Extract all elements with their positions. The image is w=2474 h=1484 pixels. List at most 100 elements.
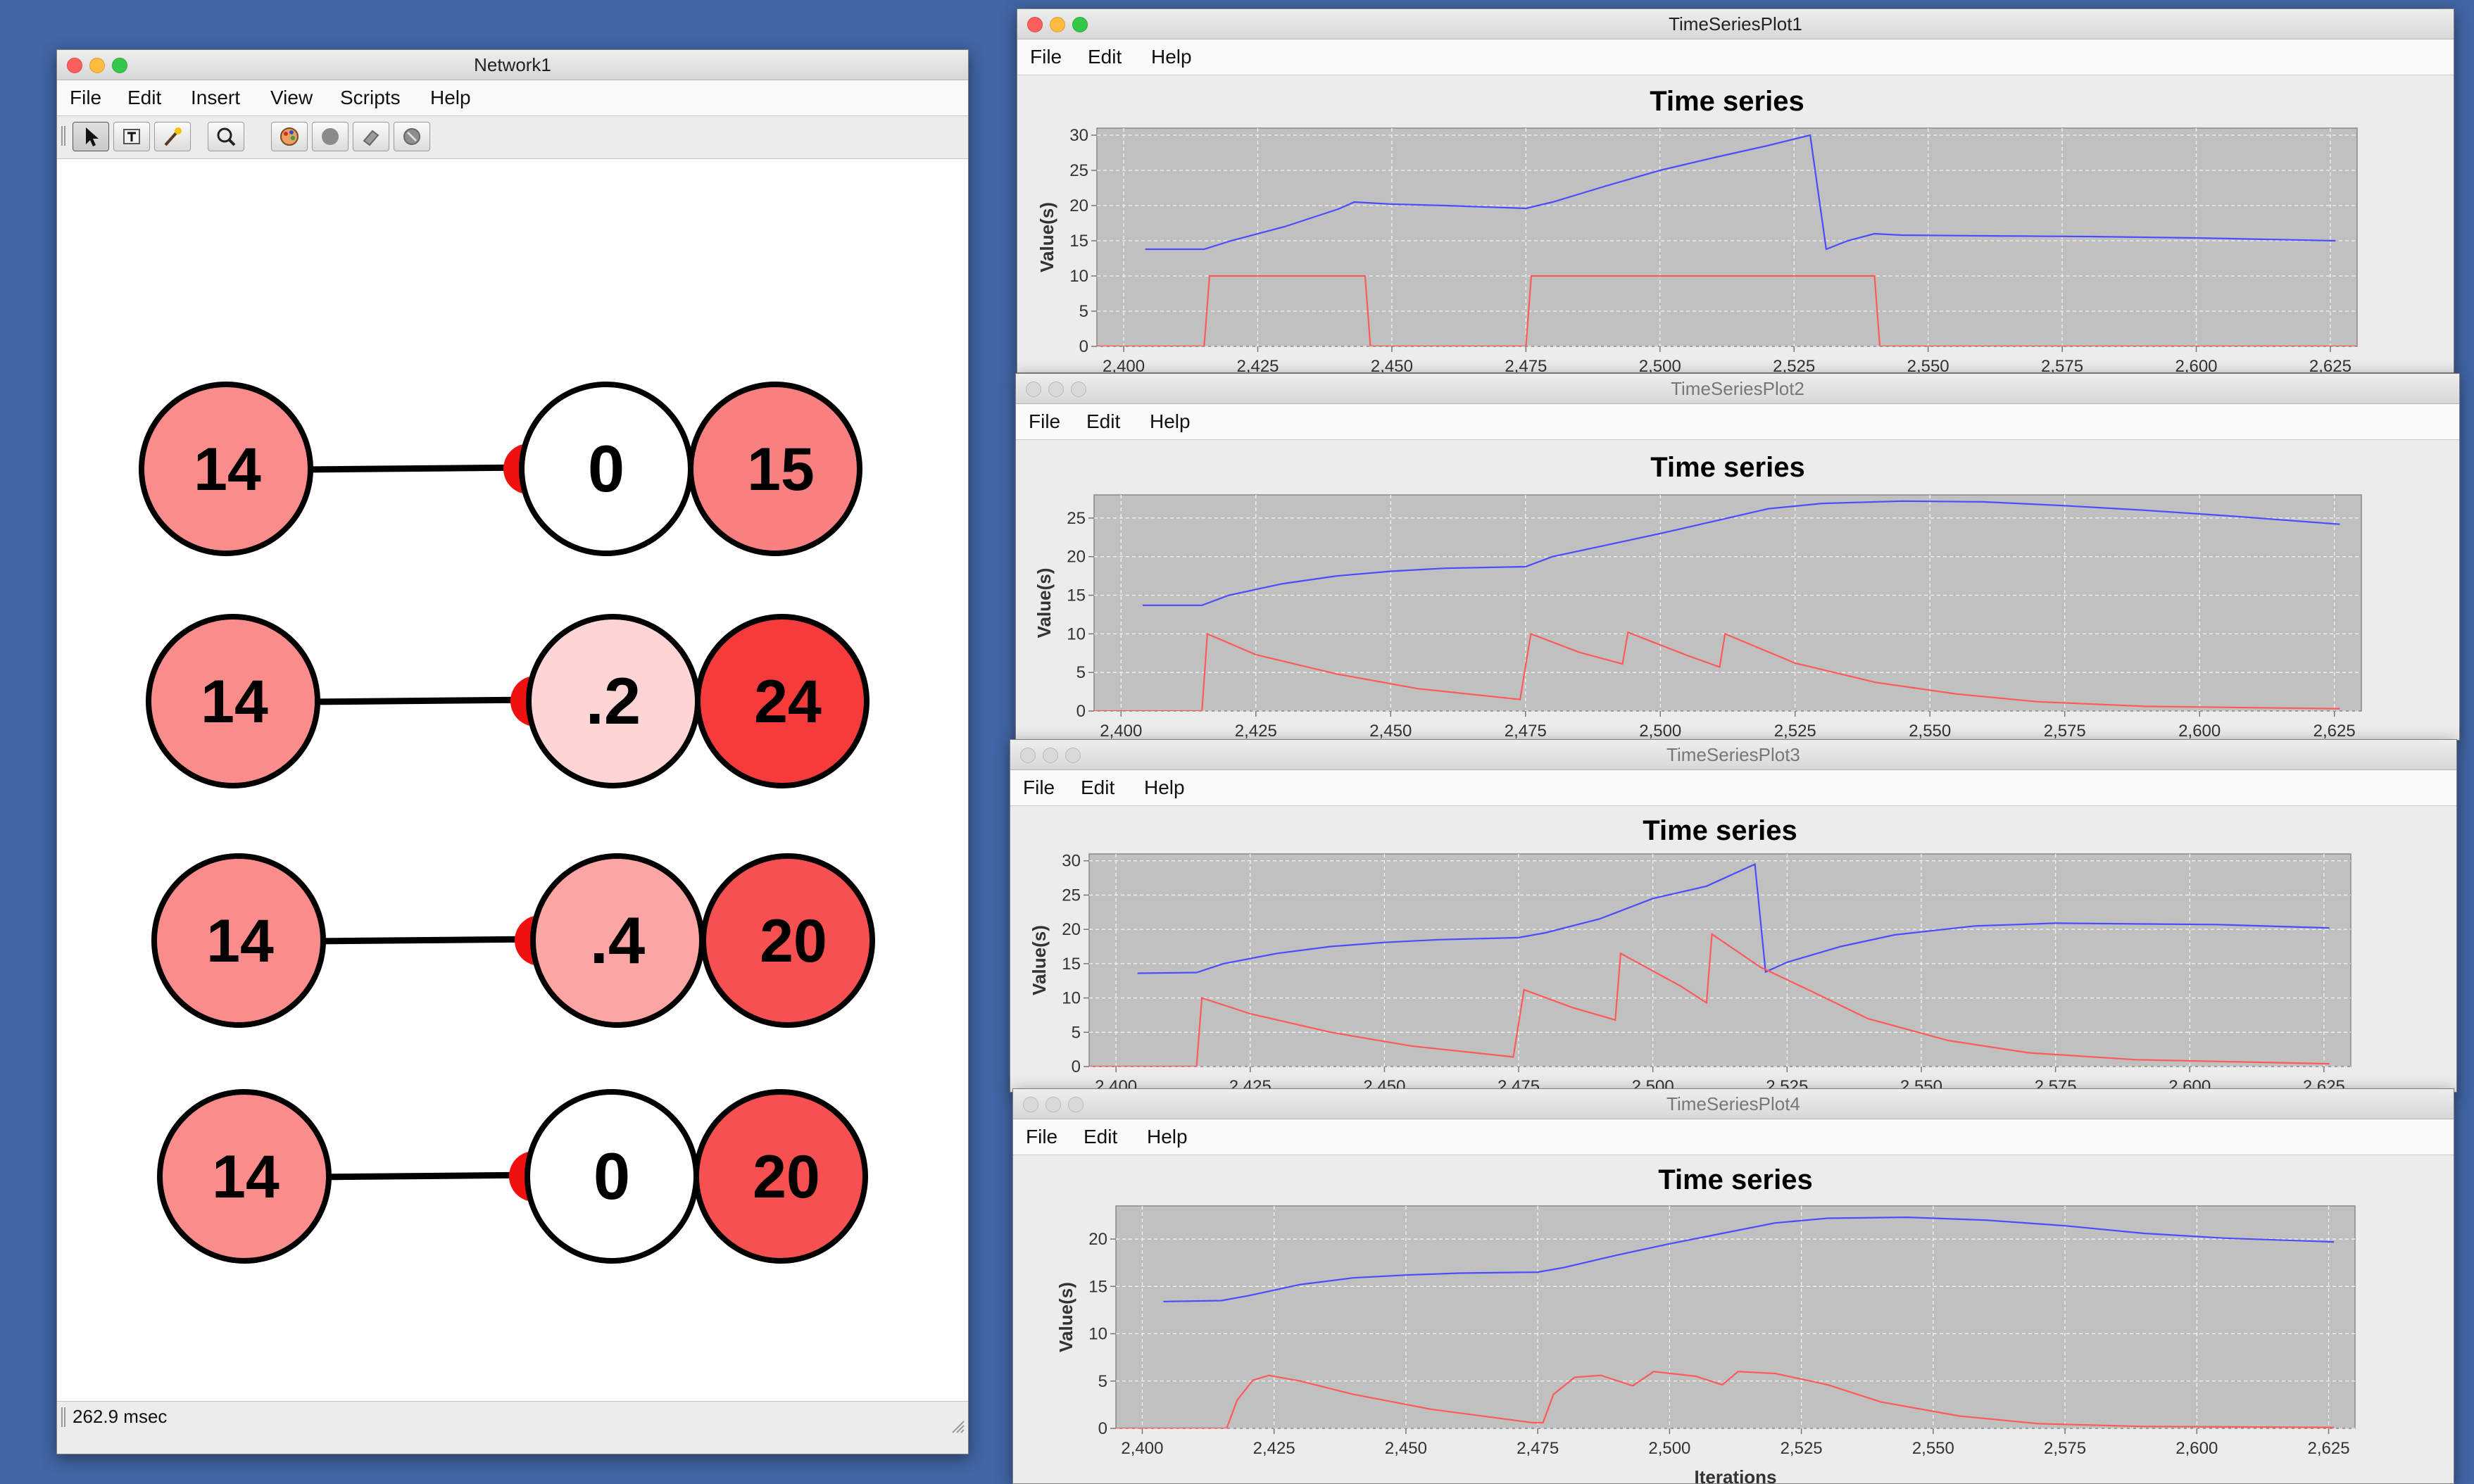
- menu-file[interactable]: File: [1026, 1119, 1057, 1155]
- menu-bar: File Edit Insert View Scripts Help: [57, 80, 968, 116]
- output-neuron-value: 15: [747, 436, 815, 503]
- network-window: Network1 File Edit Insert View Scripts H…: [56, 49, 969, 1454]
- plot-area[interactable]: [1093, 494, 2362, 712]
- y-tick-label: 10: [1067, 624, 1086, 643]
- y-axis-label: Value(s): [1036, 202, 1057, 272]
- x-tick-label: 2,400: [1121, 1439, 1163, 1458]
- y-tick-label: 20: [1088, 1230, 1107, 1249]
- middle-neuron-value: 0: [588, 432, 624, 505]
- menu-help[interactable]: Help: [1150, 404, 1191, 439]
- neuron-row: 14 0 15: [139, 382, 862, 556]
- chart-title: Time series: [1643, 815, 1797, 846]
- x-tick-label: 2,400: [1100, 722, 1142, 740]
- plot-panel[interactable]: Time series 0 5 10 15 20 25 30 2,400 2,425 2,450 2,…: [1010, 806, 2456, 1092]
- title-bar[interactable]: TimeSeriesPlot2: [1016, 374, 2459, 404]
- menu-file[interactable]: File: [1029, 404, 1060, 439]
- time-series-chart[interactable]: Time series 0 5 10 15 20 2,400 2,425 2,450 2,475 2…: [1013, 1155, 2454, 1483]
- menu-help[interactable]: Help: [1147, 1119, 1188, 1155]
- wand-tool-icon[interactable]: [154, 122, 191, 151]
- menu-edit[interactable]: Edit: [1088, 39, 1122, 75]
- y-tick-label: 15: [1062, 955, 1081, 974]
- zoom-tool-icon[interactable]: [208, 122, 244, 151]
- resize-grip-icon[interactable]: [948, 1417, 965, 1434]
- text-tool-icon[interactable]: [113, 122, 150, 151]
- x-tick-label: 2,450: [1371, 357, 1413, 372]
- menu-file[interactable]: File: [1030, 39, 1062, 75]
- menu-view[interactable]: View: [270, 80, 313, 115]
- menu-help[interactable]: Help: [1151, 39, 1192, 75]
- y-tick-label: 0: [1072, 1057, 1081, 1076]
- title-bar[interactable]: TimeSeriesPlot3: [1010, 740, 2456, 770]
- middle-neuron-value: 0: [594, 1139, 630, 1213]
- window-title: TimeSeriesPlot4: [1666, 1093, 1800, 1114]
- time-series-plot-4-window: TimeSeriesPlot4 File Edit Help Time seri…: [1012, 1088, 2454, 1484]
- plot-panel[interactable]: Time series 0 5 10 15 20 25 30 2,400 2,425 2,450 2,…: [1017, 75, 2454, 372]
- input-neuron-value: 14: [194, 436, 261, 503]
- middle-neuron-value: .2: [586, 664, 641, 738]
- title-bar[interactable]: TimeSeriesPlot4: [1013, 1089, 2454, 1119]
- menu-help[interactable]: Help: [1144, 770, 1185, 805]
- menu-bar: File Edit Help: [1010, 770, 2456, 806]
- gray-node-icon[interactable]: [312, 122, 349, 151]
- y-tick-label: 10: [1069, 267, 1088, 286]
- y-tick-label: 20: [1069, 196, 1088, 215]
- menu-insert[interactable]: Insert: [191, 80, 240, 115]
- y-tick-label: 10: [1088, 1325, 1107, 1344]
- menu-edit[interactable]: Edit: [1084, 1119, 1117, 1155]
- plot-panel[interactable]: Time series 0 5 10 15 20 2,400 2,425 2,450 2,475 2…: [1013, 1155, 2454, 1483]
- neuron-row: 14 .2 24: [146, 614, 869, 788]
- palette-icon[interactable]: [271, 122, 308, 151]
- output-neuron-value: 20: [760, 907, 827, 975]
- y-tick-label: 5: [1076, 663, 1086, 682]
- menu-help[interactable]: Help: [430, 80, 471, 115]
- x-tick-label: 2,625: [2309, 357, 2351, 372]
- output-neuron-value: 20: [753, 1143, 820, 1211]
- y-tick-label: 10: [1062, 989, 1081, 1008]
- y-tick-label: 25: [1067, 509, 1086, 528]
- menu-bar: File Edit Help: [1016, 404, 2459, 440]
- network-graph[interactable]: 14 0 15 14 .2 24 14 .4 20 14 0 20: [57, 159, 968, 1402]
- plot-area[interactable]: [1088, 853, 2351, 1067]
- x-tick-label: 2,625: [2313, 722, 2356, 740]
- x-tick-label: 2,525: [1773, 357, 1815, 372]
- x-tick-label: 2,450: [1385, 1439, 1427, 1458]
- title-bar[interactable]: Network1: [57, 50, 968, 80]
- plot-panel[interactable]: Time series 0 5 10 15 20 25 2,400 2,425 2,450 2,47…: [1016, 440, 2459, 740]
- x-tick-label: 2,475: [1517, 1439, 1559, 1458]
- eraser-icon[interactable]: [353, 122, 389, 151]
- menu-file[interactable]: File: [70, 80, 101, 115]
- input-neuron-value: 14: [212, 1143, 280, 1211]
- menu-edit[interactable]: Edit: [127, 80, 161, 115]
- status-text: 262.9 msec: [73, 1406, 168, 1427]
- y-tick-label: 15: [1069, 232, 1088, 251]
- x-tick-label: 2,525: [1774, 722, 1816, 740]
- y-tick-label: 5: [1079, 302, 1088, 321]
- time-series-plot-2-window: TimeSeriesPlot2 File Edit Help Time seri…: [1015, 373, 2460, 741]
- x-tick-label: 2,550: [1907, 357, 1949, 372]
- menu-edit[interactable]: Edit: [1086, 404, 1120, 439]
- menu-file[interactable]: File: [1023, 770, 1055, 805]
- network-canvas[interactable]: 14 0 15 14 .2 24 14 .4 20 14 0 20: [57, 159, 968, 1401]
- x-tick-label: 2,600: [2175, 357, 2217, 372]
- toolbar-grip-icon[interactable]: [61, 126, 65, 146]
- x-tick-label: 2,425: [1236, 357, 1279, 372]
- x-axis-label: Iterations: [1694, 1466, 1776, 1483]
- selection-tool-icon[interactable]: [73, 122, 109, 151]
- x-tick-label: 2,550: [1909, 722, 1951, 740]
- y-tick-label: 30: [1069, 126, 1088, 145]
- time-series-chart[interactable]: Time series0510152025302,400 2,425 2,450 2,…: [1017, 75, 2454, 372]
- menu-bar: File Edit Help: [1017, 39, 2454, 75]
- menu-bar: File Edit Help: [1013, 1119, 2454, 1155]
- menu-edit[interactable]: Edit: [1081, 770, 1114, 805]
- time-series-chart[interactable]: Time series0510152025302,400 2,425 2,450 2,…: [1010, 806, 2456, 1092]
- title-bar[interactable]: TimeSeriesPlot1: [1017, 9, 2454, 39]
- time-series-chart[interactable]: Time series 0 5 10 15 20 25 2,400 2,425 2,450 2,47…: [1016, 440, 2459, 740]
- time-series-plot-1-window: TimeSeriesPlot1 File Edit Help Time seri…: [1017, 8, 2454, 373]
- x-tick-label: 2,575: [2044, 1439, 2086, 1458]
- menu-scripts[interactable]: Scripts: [340, 80, 401, 115]
- x-tick-label: 2,575: [2041, 357, 2083, 372]
- y-axis-label: Value(s): [1034, 568, 1055, 639]
- x-tick-label: 2,500: [1639, 722, 1681, 740]
- x-tick-label: 2,475: [1505, 722, 1547, 740]
- clear-icon[interactable]: [394, 122, 430, 151]
